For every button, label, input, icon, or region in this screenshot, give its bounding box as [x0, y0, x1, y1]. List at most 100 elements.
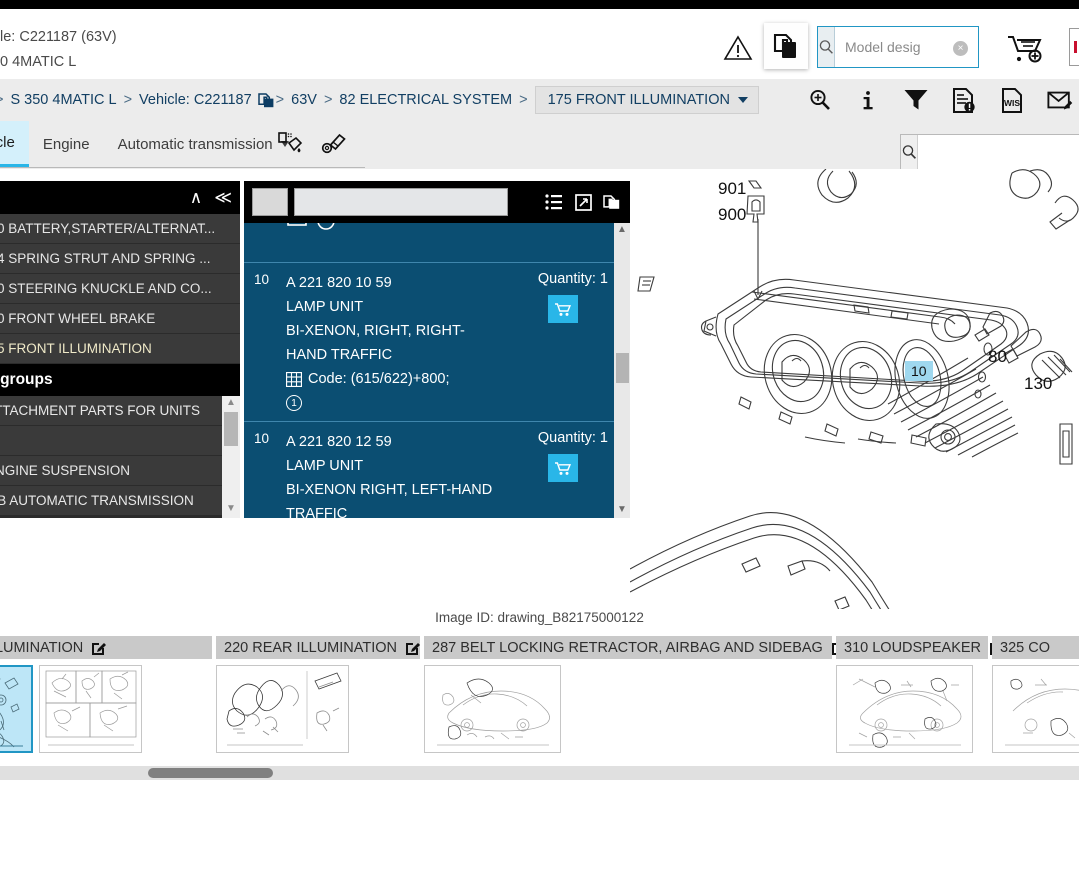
callout-80[interactable]: 80 [988, 347, 1007, 367]
breadcrumb-separator: > [323, 92, 333, 108]
headlamp-technical-drawing [630, 169, 1079, 609]
scroll-down-arrow-icon[interactable]: ▼ [617, 503, 627, 517]
model-design-search[interactable]: × [817, 26, 1026, 68]
collapse-left-icon[interactable]: ≪ [214, 189, 232, 206]
zoom-in-icon[interactable] [807, 87, 833, 113]
scrollbar-thumb[interactable] [148, 768, 273, 778]
thumbnail-item[interactable] [424, 665, 561, 753]
sidebar-item-label: 030 FRONT WHEEL BRAKE [0, 311, 156, 326]
thumbnail-group-title[interactable]: 325 CO [992, 636, 1079, 659]
sidebar-option-spacer [0, 426, 240, 456]
breadcrumb-item-3[interactable]: 82 ELECTRICAL SYSTEM [333, 92, 518, 108]
thumbnail-item[interactable] [0, 665, 33, 753]
breadcrumb-separator: > [123, 92, 133, 108]
copy-icon[interactable] [602, 192, 622, 212]
callout-900[interactable]: 900 [718, 205, 746, 225]
breadcrumb-item-0[interactable]: S 350 4MATIC L [4, 92, 122, 108]
secondary-search[interactable] [900, 134, 1079, 170]
tab-automatic-transmission[interactable]: Automatic transmission [104, 121, 303, 167]
parts-drawing-canvas[interactable]: 10 901 900 80 130 [630, 169, 1079, 609]
list-view-icon[interactable] [544, 192, 564, 212]
copy-documents-icon[interactable] [764, 23, 808, 69]
document-alert-icon[interactable] [951, 87, 977, 113]
sidebar-item-front-illumination[interactable]: 175 FRONT ILLUMINATION [0, 334, 240, 364]
thumbnail-group-title[interactable]: 220 REAR ILLUMINATION [216, 636, 420, 659]
thumbnail-group-label: 287 BELT LOCKING RETRACTOR, AIRBAG AND S… [432, 639, 823, 656]
parts-filter-button[interactable] [252, 188, 288, 216]
sidebar-option-attachment-parts[interactable]: ATTACHMENT PARTS FOR UNITS [0, 396, 240, 426]
tool-wrench-icon[interactable] [320, 129, 350, 159]
parts-search-input[interactable] [294, 188, 508, 216]
edit-icon[interactable] [405, 640, 420, 655]
wis-document-icon[interactable]: WIS [999, 87, 1025, 113]
clear-search-icon[interactable]: × [953, 41, 968, 56]
sidebar-item-front-wheel-brake[interactable]: 030 FRONT WHEEL BRAKE [0, 304, 240, 334]
scroll-down-arrow-icon[interactable]: ▼ [226, 502, 236, 516]
collapse-up-icon[interactable]: ∧ [190, 189, 202, 206]
image-id-label: Image ID: drawing_B82175000122 [435, 610, 644, 625]
thumbnail-group-title[interactable]: 287 BELT LOCKING RETRACTOR, AIRBAG AND S… [424, 636, 846, 659]
scroll-up-arrow-icon[interactable]: ▲ [617, 223, 627, 237]
sidebar-item-steering-knuckle[interactable]: 030 STEERING KNUCKLE AND CO... [0, 274, 240, 304]
sidebar-option-label: ATTACHMENT PARTS FOR UNITS [0, 403, 201, 418]
edit-icon[interactable] [91, 640, 107, 655]
info-circle-icon[interactable]: 1 [286, 395, 302, 411]
sidebar-scrollbar[interactable]: ▲ ▼ [222, 396, 240, 518]
breadcrumb-bar: > S 350 4MATIC L > Vehicle: C221187 > 63… [0, 79, 1079, 121]
add-part-to-cart-button[interactable] [548, 454, 578, 482]
side-panel-tab[interactable] [1069, 28, 1079, 66]
parts-row-partial[interactable] [244, 223, 630, 263]
breadcrumb-separator: > [519, 92, 528, 108]
svg-text:WIS: WIS [1004, 98, 1020, 108]
breadcrumb: > S 350 4MATIC L > Vehicle: C221187 > 63… [0, 79, 759, 121]
sidebar-item-battery-starter[interactable]: 030 BATTERY,STARTER/ALTERNAT... [0, 214, 240, 244]
callout-901[interactable]: 901 [718, 179, 746, 199]
thumbnail-item[interactable] [836, 665, 973, 753]
expand-icon[interactable] [573, 192, 593, 212]
scrollbar-thumb[interactable] [615, 353, 629, 383]
part-position: 10 [254, 431, 270, 446]
parts-toolbar-icons [544, 192, 622, 212]
thumbnail-list [836, 665, 988, 753]
thumbnail-item[interactable] [992, 665, 1079, 753]
thumbnail-group-title[interactable]: RONT ILLUMINATION [0, 636, 212, 659]
copy-icon[interactable] [257, 92, 275, 108]
parts-row[interactable]: 10 A 221 820 10 59 LAMP UNIT BI-XENON, R… [244, 263, 630, 422]
breadcrumb-tools: WIS [807, 79, 1073, 121]
header-bar: le: C221187 (63V) 0 4MATIC L Model desig… [0, 9, 1079, 79]
breadcrumb-item-2[interactable]: 63V [285, 92, 323, 108]
thumbnail-group-rear-illumination: 220 REAR ILLUMINATION [216, 636, 420, 753]
parts-scrollbar[interactable]: ▲ ▼ [614, 223, 630, 518]
warning-triangle-icon[interactable] [723, 34, 753, 62]
mail-edit-icon[interactable] [1047, 87, 1073, 113]
thumbnail-item[interactable] [216, 665, 349, 753]
add-part-to-cart-button[interactable] [548, 295, 578, 323]
info-icon[interactable] [855, 87, 881, 113]
sidebar-option-engine-suspension[interactable]: ENGINE SUSPENSION [0, 456, 240, 486]
print-icon[interactable] [286, 223, 308, 229]
sidebar-option-mb-automatic-transmission[interactable]: MB AUTOMATIC TRANSMISSION [0, 486, 240, 516]
paint-code-icon[interactable] [276, 129, 306, 159]
scrollbar-thumb[interactable] [224, 412, 238, 446]
vehicle-title: le: C221187 (63V) [0, 29, 117, 45]
thumbnail-item[interactable] [39, 665, 142, 753]
callout-130[interactable]: 130 [1024, 374, 1052, 394]
add-to-cart-icon[interactable] [1005, 32, 1047, 64]
breadcrumb-active-dropdown[interactable]: 175 FRONT ILLUMINATION [534, 86, 759, 114]
tab-label: hicle [0, 134, 15, 151]
sidebar-item-label: 030 STEERING KNUCKLE AND CO... [0, 281, 212, 296]
filter-icon[interactable] [903, 87, 929, 113]
tab-engine[interactable]: Engine [29, 121, 104, 167]
info-circle-icon[interactable] [316, 223, 336, 231]
sidebar-item-spring-strut[interactable]: 054 SPRING STRUT AND SPRING ... [0, 244, 240, 274]
sidebar-item-label: 054 SPRING STRUT AND SPRING ... [0, 251, 211, 266]
thumbnail-group-title[interactable]: 310 LOUDSPEAKER [836, 636, 1005, 659]
search-input[interactable] [835, 27, 1026, 67]
horizontal-scrollbar[interactable] [0, 766, 1079, 780]
callout-10-highlight[interactable]: 10 [905, 361, 933, 381]
scroll-up-arrow-icon[interactable]: ▲ [226, 396, 236, 410]
secondary-search-input[interactable] [918, 135, 1079, 169]
parts-row[interactable]: 10 A 221 820 12 59 LAMP UNIT BI-XENON RI… [244, 422, 630, 518]
breadcrumb-item-1[interactable]: Vehicle: C221187 [133, 92, 258, 108]
tab-vehicle[interactable]: hicle [0, 121, 29, 167]
